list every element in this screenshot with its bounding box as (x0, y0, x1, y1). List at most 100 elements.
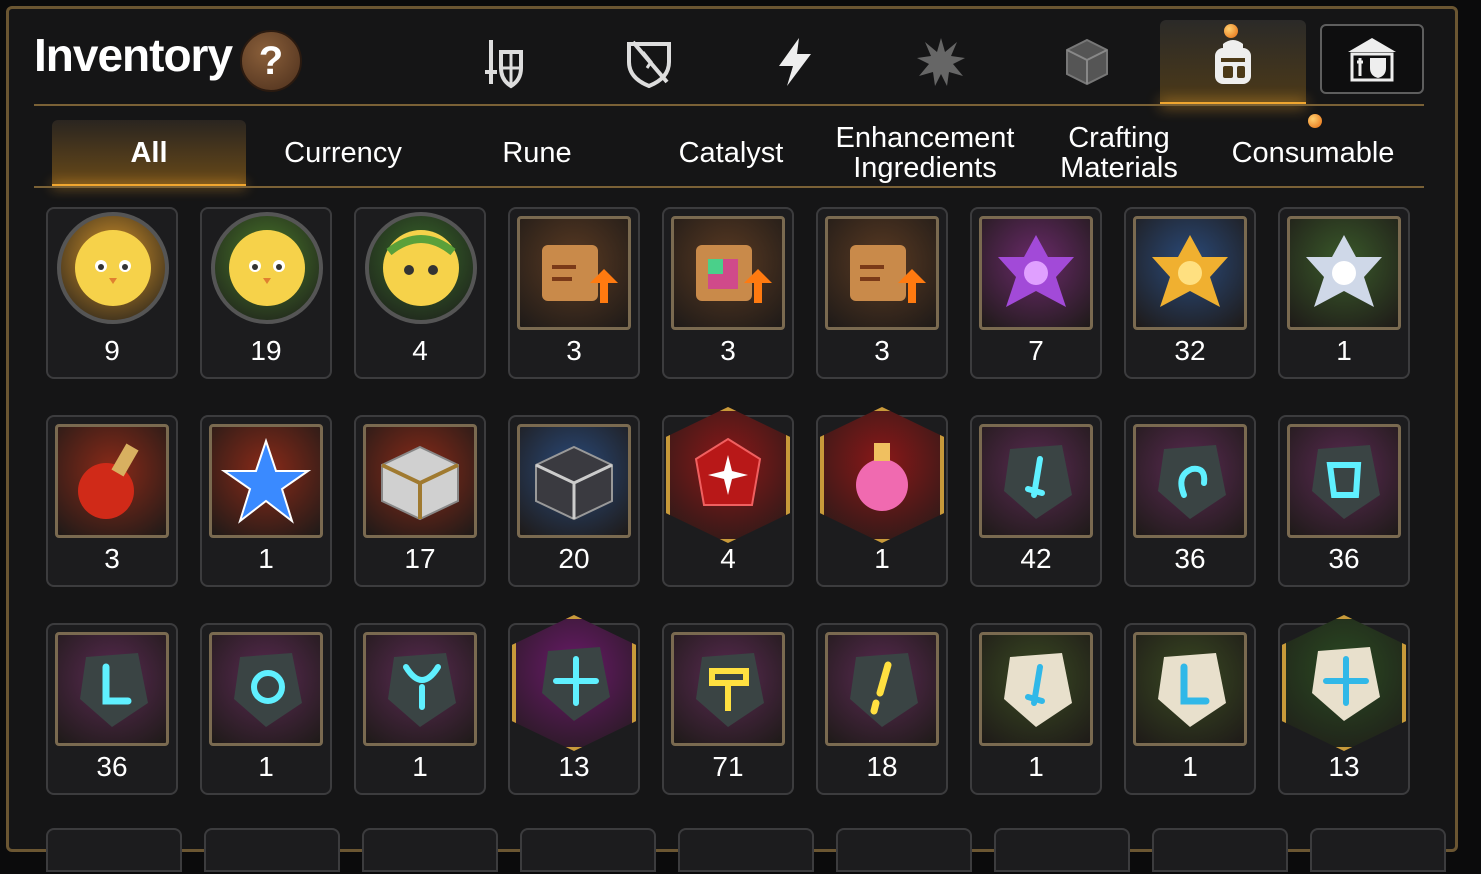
boot-stone-icon (1158, 653, 1226, 727)
lightning-icon (779, 38, 811, 86)
silver-crystal-icon (1306, 235, 1382, 307)
dark-cube-icon (535, 445, 613, 521)
tab-material[interactable] (1014, 20, 1160, 104)
cube-icon (1066, 38, 1108, 86)
item-thumbnail (1133, 424, 1247, 538)
item-count: 3 (566, 335, 582, 366)
guild-icon (1348, 38, 1396, 82)
star-rune-icon (542, 647, 610, 721)
item-count: 1 (1028, 751, 1044, 782)
tab-crafting-materials[interactable]: Crafting Materials (1022, 120, 1216, 186)
item-slot[interactable]: 42 (970, 415, 1102, 587)
item-thumbnail (1282, 615, 1406, 751)
item-slot[interactable]: 71 (662, 623, 794, 795)
item-slot[interactable]: 3 (508, 207, 640, 379)
item-slot[interactable]: 20 (508, 415, 640, 587)
notification-dot (1308, 114, 1322, 128)
sword-shield-icon (485, 40, 523, 89)
item-count: 42 (1020, 543, 1052, 574)
item-count: 4 (720, 543, 736, 574)
item-slot[interactable]: 19 (200, 207, 332, 379)
item-slot[interactable]: 1 (1124, 623, 1256, 795)
category-divider (34, 186, 1424, 188)
item-slot[interactable]: 1 (354, 623, 486, 795)
item-slot-partial[interactable] (520, 828, 656, 872)
item-count: 3 (720, 335, 736, 366)
item-thumbnail (1133, 632, 1247, 746)
item-thumbnail (671, 216, 785, 330)
item-count: 9 (104, 335, 120, 366)
item-slot[interactable]: 3 (662, 207, 794, 379)
item-slot[interactable]: 1 (1278, 207, 1410, 379)
item-slot[interactable]: 1 (816, 407, 948, 587)
item-slot-partial[interactable] (836, 828, 972, 872)
help-button[interactable]: ? (240, 30, 302, 92)
item-slot[interactable]: 17 (354, 415, 486, 587)
guild-storage-button[interactable] (1320, 24, 1424, 94)
tab-bag[interactable] (1160, 20, 1306, 106)
item-slot[interactable]: 1 (200, 623, 332, 795)
item-slot[interactable]: 13 (508, 615, 640, 795)
item-slot-partial[interactable] (46, 828, 182, 872)
item-thumbnail (979, 632, 1093, 746)
item-count: 1 (1182, 751, 1198, 782)
laurel-bird-portrait-icon (383, 230, 459, 306)
item-count: 3 (874, 335, 890, 366)
item-slot-partial[interactable] (204, 828, 340, 872)
item-slot[interactable]: 36 (1124, 415, 1256, 587)
item-count: 7 (1028, 335, 1044, 366)
item-count: 1 (258, 751, 274, 782)
item-slot[interactable]: 32 (1124, 207, 1256, 379)
item-slot[interactable]: 18 (816, 623, 948, 795)
item-thumbnail (666, 407, 790, 543)
item-count: 20 (558, 543, 590, 574)
item-count: 1 (874, 543, 890, 574)
sword-rune-icon (1004, 445, 1072, 519)
broken-shield-icon (627, 40, 671, 89)
item-thumbnail (363, 632, 477, 746)
tab-special[interactable] (868, 20, 1014, 104)
item-thumbnail (820, 407, 944, 543)
item-slot-partial[interactable] (678, 828, 814, 872)
tab-consumable-label: Consumable (1231, 137, 1395, 169)
item-slot[interactable]: 3 (816, 207, 948, 379)
item-slot[interactable]: 3 (46, 415, 178, 587)
next-row-partial (46, 828, 1446, 872)
item-thumbnail (363, 424, 477, 538)
item-slot-partial[interactable] (1310, 828, 1446, 872)
item-slot[interactable]: 1 (970, 623, 1102, 795)
item-slot[interactable]: 4 (662, 407, 794, 587)
sword-stone-icon (1004, 653, 1072, 727)
tab-all[interactable]: All (52, 120, 246, 187)
red-potion-icon (78, 443, 139, 519)
tab-currency[interactable]: Currency (246, 120, 440, 186)
tab-enhancement-ingredients[interactable]: Enhancement Ingredients (828, 120, 1022, 186)
item-count: 3 (104, 543, 120, 574)
tab-catalyst[interactable]: Catalyst (634, 120, 828, 186)
item-thumbnail (979, 424, 1093, 538)
item-slot-partial[interactable] (1152, 828, 1288, 872)
yellow-bird-portrait-icon (75, 230, 151, 306)
tab-skill[interactable] (722, 20, 868, 104)
tab-rune[interactable]: Rune (440, 120, 634, 186)
silver-chest-icon (381, 445, 459, 521)
spiral-rune-icon (1158, 445, 1226, 519)
star-stone-icon (1312, 647, 1380, 721)
item-slot[interactable]: 1 (200, 415, 332, 587)
tab-artifact[interactable] (576, 20, 722, 104)
tab-equipment[interactable] (430, 20, 576, 104)
item-slot[interactable]: 36 (1278, 415, 1410, 587)
item-slot-partial[interactable] (362, 828, 498, 872)
tab-consumable[interactable]: Consumable (1216, 114, 1410, 186)
item-count: 32 (1174, 335, 1206, 366)
item-slot[interactable]: 13 (1278, 615, 1410, 795)
item-slot[interactable]: 7 (970, 207, 1102, 379)
item-slot[interactable]: 36 (46, 623, 178, 795)
red-gem-icon (694, 437, 762, 506)
item-slot[interactable]: 9 (46, 207, 178, 379)
item-slot-partial[interactable] (994, 828, 1130, 872)
item-slot[interactable]: 4 (354, 207, 486, 379)
item-count: 1 (258, 543, 274, 574)
rainbow-scroll-icon (696, 245, 772, 303)
item-count: 36 (1174, 543, 1206, 574)
